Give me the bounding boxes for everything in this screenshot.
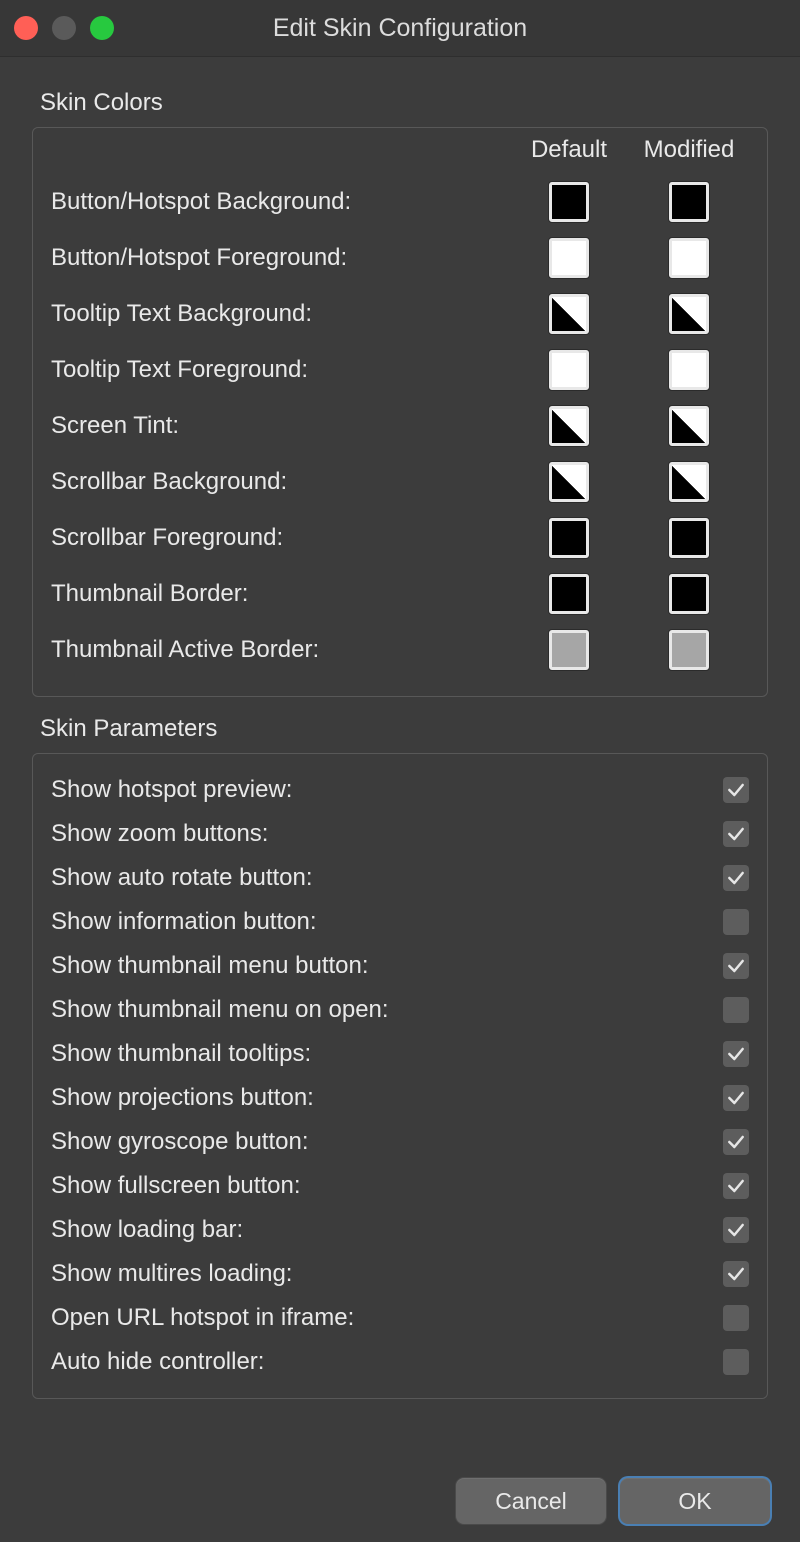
skin-parameters-group: Show hotspot preview: Show zoom buttons: S…	[32, 753, 768, 1399]
checkbox[interactable]	[723, 1041, 749, 1067]
param-label: Show zoom buttons:	[51, 820, 268, 848]
color-row: Tooltip Text Background:	[51, 286, 749, 342]
param-row: Show projections button:	[51, 1076, 749, 1120]
color-row: Button/Hotspot Foreground:	[51, 230, 749, 286]
color-swatch-modified[interactable]	[669, 462, 709, 502]
checkbox[interactable]	[723, 997, 749, 1023]
checkbox[interactable]	[723, 777, 749, 803]
ok-button[interactable]: OK	[620, 1478, 770, 1524]
maximize-icon[interactable]	[90, 16, 114, 40]
param-label: Open URL hotspot in iframe:	[51, 1304, 354, 1332]
param-label: Show thumbnail tooltips:	[51, 1040, 311, 1068]
color-swatch-modified[interactable]	[669, 518, 709, 558]
color-swatch-default[interactable]	[549, 462, 589, 502]
param-row: Auto hide controller:	[51, 1340, 749, 1384]
header-modified: Modified	[629, 136, 749, 164]
window-title: Edit Skin Configuration	[0, 14, 800, 43]
param-row: Show thumbnail menu on open:	[51, 988, 749, 1032]
color-label: Tooltip Text Foreground:	[51, 356, 509, 384]
param-row: Show information button:	[51, 900, 749, 944]
checkbox[interactable]	[723, 909, 749, 935]
color-row: Thumbnail Active Border:	[51, 622, 749, 678]
param-row: Show multires loading:	[51, 1252, 749, 1296]
checkbox[interactable]	[723, 1085, 749, 1111]
color-swatch-default[interactable]	[549, 182, 589, 222]
checkbox[interactable]	[723, 1217, 749, 1243]
checkbox[interactable]	[723, 1261, 749, 1287]
checkbox[interactable]	[723, 1173, 749, 1199]
checkbox[interactable]	[723, 1129, 749, 1155]
color-label: Scrollbar Background:	[51, 468, 509, 496]
color-swatch-default[interactable]	[549, 350, 589, 390]
color-swatch-default[interactable]	[549, 574, 589, 614]
window-controls	[14, 16, 114, 40]
param-label: Show loading bar:	[51, 1216, 243, 1244]
param-label: Show gyroscope button:	[51, 1128, 309, 1156]
skin-parameters-title: Skin Parameters	[40, 715, 768, 743]
param-label: Show projections button:	[51, 1084, 314, 1112]
param-row: Show loading bar:	[51, 1208, 749, 1252]
color-label: Button/Hotspot Background:	[51, 188, 509, 216]
param-label: Show fullscreen button:	[51, 1172, 300, 1200]
cancel-button[interactable]: Cancel	[456, 1478, 606, 1524]
skin-colors-group: Default Modified Button/Hotspot Backgrou…	[32, 127, 768, 697]
param-row: Show fullscreen button:	[51, 1164, 749, 1208]
checkbox[interactable]	[723, 821, 749, 847]
color-row: Scrollbar Foreground:	[51, 510, 749, 566]
param-row: Open URL hotspot in iframe:	[51, 1296, 749, 1340]
color-row: Scrollbar Background:	[51, 454, 749, 510]
minimize-icon[interactable]	[52, 16, 76, 40]
color-swatch-modified[interactable]	[669, 574, 709, 614]
color-label: Button/Hotspot Foreground:	[51, 244, 509, 272]
color-swatch-modified[interactable]	[669, 406, 709, 446]
param-label: Show thumbnail menu on open:	[51, 996, 389, 1024]
color-swatch-default[interactable]	[549, 630, 589, 670]
color-label: Tooltip Text Background:	[51, 300, 509, 328]
param-label: Auto hide controller:	[51, 1348, 264, 1376]
skin-colors-title: Skin Colors	[40, 89, 768, 117]
param-row: Show gyroscope button:	[51, 1120, 749, 1164]
checkbox[interactable]	[723, 953, 749, 979]
param-label: Show information button:	[51, 908, 317, 936]
color-label: Screen Tint:	[51, 412, 509, 440]
color-label: Thumbnail Border:	[51, 580, 509, 608]
param-label: Show multires loading:	[51, 1260, 292, 1288]
color-label: Scrollbar Foreground:	[51, 524, 509, 552]
dialog-footer: Cancel OK	[456, 1478, 770, 1524]
color-swatch-modified[interactable]	[669, 294, 709, 334]
param-row: Show zoom buttons:	[51, 812, 749, 856]
checkbox[interactable]	[723, 865, 749, 891]
color-swatch-default[interactable]	[549, 406, 589, 446]
color-swatch-default[interactable]	[549, 238, 589, 278]
titlebar: Edit Skin Configuration	[0, 0, 800, 57]
close-icon[interactable]	[14, 16, 38, 40]
param-row: Show auto rotate button:	[51, 856, 749, 900]
color-label: Thumbnail Active Border:	[51, 636, 509, 664]
param-row: Show thumbnail tooltips:	[51, 1032, 749, 1076]
color-swatch-modified[interactable]	[669, 238, 709, 278]
color-row: Screen Tint:	[51, 398, 749, 454]
header-default: Default	[509, 136, 629, 164]
param-row: Show thumbnail menu button:	[51, 944, 749, 988]
checkbox[interactable]	[723, 1305, 749, 1331]
param-label: Show hotspot preview:	[51, 776, 292, 804]
color-swatch-modified[interactable]	[669, 182, 709, 222]
color-row: Tooltip Text Foreground:	[51, 342, 749, 398]
color-swatch-modified[interactable]	[669, 350, 709, 390]
checkbox[interactable]	[723, 1349, 749, 1375]
color-swatch-default[interactable]	[549, 518, 589, 558]
color-swatch-modified[interactable]	[669, 630, 709, 670]
param-label: Show auto rotate button:	[51, 864, 313, 892]
param-label: Show thumbnail menu button:	[51, 952, 369, 980]
color-row: Button/Hotspot Background:	[51, 174, 749, 230]
param-row: Show hotspot preview:	[51, 768, 749, 812]
color-swatch-default[interactable]	[549, 294, 589, 334]
color-row: Thumbnail Border:	[51, 566, 749, 622]
